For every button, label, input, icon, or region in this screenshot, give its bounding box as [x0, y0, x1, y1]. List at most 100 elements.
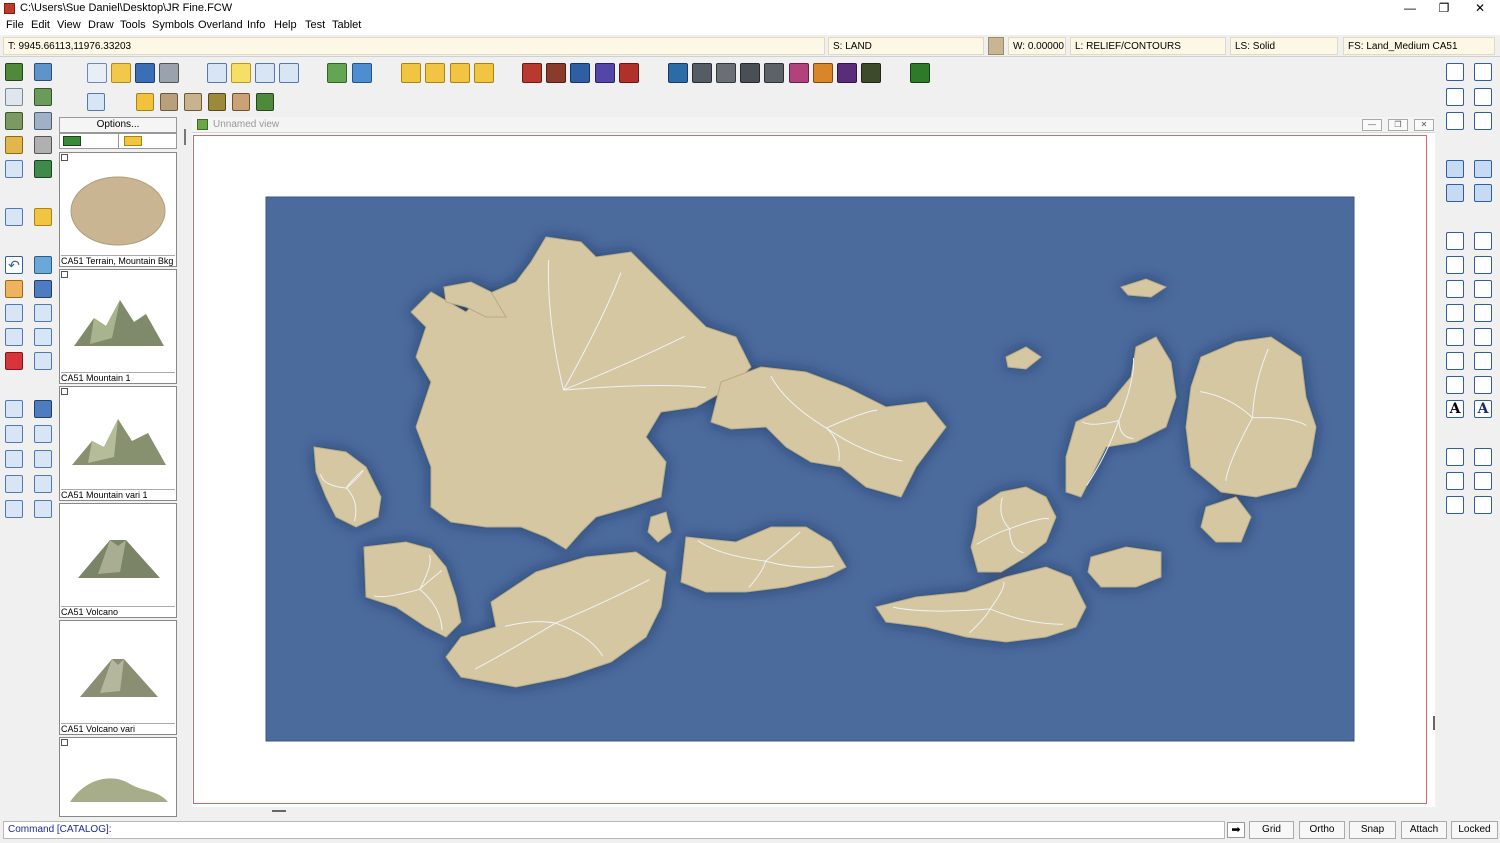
road-icon[interactable] — [34, 112, 52, 130]
zoom-previous-icon[interactable] — [1474, 112, 1492, 130]
menu-draw[interactable]: Draw — [88, 19, 114, 31]
symbol-catalog-14-icon[interactable] — [861, 63, 881, 83]
catalog-splitter[interactable] — [184, 129, 186, 145]
view-close-button[interactable]: ✕ — [1414, 119, 1434, 131]
menu-file[interactable]: File — [6, 19, 24, 31]
width-field[interactable]: W: 0.00000 — [1008, 37, 1066, 55]
clone-icon[interactable] — [1474, 184, 1492, 202]
town-icon[interactable] — [160, 93, 178, 111]
catalog-next-icon[interactable] — [450, 63, 470, 83]
fill-style-field[interactable]: FS: Land_Medium CA51 — [1343, 37, 1495, 55]
tools-icon[interactable] — [34, 136, 52, 154]
select-icon[interactable] — [5, 160, 23, 178]
symbol-catalog-11-icon[interactable] — [789, 63, 809, 83]
map-icon[interactable] — [5, 63, 23, 81]
attach-toggle[interactable]: Attach — [1401, 821, 1447, 839]
view-manager-icon[interactable] — [87, 93, 105, 111]
layers-icon[interactable] — [34, 208, 52, 226]
menu-edit[interactable]: Edit — [31, 19, 50, 31]
zoom-in-icon[interactable] — [1474, 63, 1492, 81]
flag-icon[interactable] — [136, 93, 154, 111]
sheet-icon[interactable] — [207, 63, 227, 83]
menu-help[interactable]: Help — [274, 19, 297, 31]
catalog-tab-green-icon[interactable] — [63, 136, 81, 146]
paste-icon[interactable] — [1474, 160, 1492, 178]
catalog-item[interactable]: CA51 Volcano — [59, 503, 177, 618]
freehand-icon[interactable] — [1446, 256, 1464, 274]
menu-test[interactable]: Test — [305, 19, 325, 31]
ungroup-icon[interactable] — [34, 475, 52, 493]
minimize-button[interactable]: — — [1393, 0, 1427, 17]
join-icon[interactable] — [5, 450, 23, 468]
building-icon[interactable] — [184, 93, 202, 111]
rotate-icon[interactable] — [5, 328, 23, 346]
zoom-out-icon[interactable] — [1474, 88, 1492, 106]
smooth-polygon-icon[interactable] — [1474, 304, 1492, 322]
catalog-item[interactable]: CA51 Volcano vari — [59, 620, 177, 735]
symbol-catalog-10-icon[interactable] — [764, 63, 784, 83]
symbol-catalog-1-icon[interactable] — [522, 63, 542, 83]
scale-icon[interactable] — [34, 425, 52, 443]
catalog-book-icon[interactable] — [401, 63, 421, 83]
contour-icon[interactable] — [5, 88, 23, 106]
command-arrow-icon[interactable]: ➡ — [1227, 822, 1245, 838]
fractal-line-icon[interactable] — [1446, 352, 1464, 370]
catalog-tab-folder-icon[interactable] — [124, 136, 142, 146]
export-icon[interactable] — [352, 63, 372, 83]
properties-icon[interactable] — [255, 63, 275, 83]
undo-icon[interactable]: ↶ — [5, 256, 23, 274]
command-line[interactable]: Command [CATALOG]: — [3, 821, 1225, 839]
tree-icon[interactable] — [256, 93, 274, 111]
lock-icon[interactable] — [1474, 376, 1492, 394]
open-folder-icon[interactable] — [111, 63, 131, 83]
line-tool-icon[interactable] — [5, 500, 23, 518]
symbol-catalog-12-icon[interactable] — [813, 63, 833, 83]
mirror-icon[interactable] — [34, 328, 52, 346]
array-icon[interactable] — [34, 304, 52, 322]
eraser-icon[interactable] — [5, 280, 23, 298]
sheet-field[interactable]: S: LAND — [828, 37, 984, 55]
catalog-item[interactable]: CA51 Mountain vari 1 — [59, 386, 177, 501]
trim-icon[interactable] — [5, 400, 23, 418]
menu-info[interactable]: Info — [247, 19, 265, 31]
import-icon[interactable] — [327, 63, 347, 83]
river-icon[interactable] — [5, 112, 23, 130]
edit-properties-icon[interactable] — [279, 63, 299, 83]
stretch-icon[interactable] — [34, 352, 52, 370]
maximize-button[interactable]: ❐ — [1427, 0, 1461, 17]
list-icon[interactable] — [34, 450, 52, 468]
menu-view[interactable]: View — [57, 19, 81, 31]
fill-icon[interactable] — [34, 280, 52, 298]
macro-one-icon[interactable] — [910, 63, 930, 83]
text-edit-icon[interactable] — [34, 400, 52, 418]
feather-icon[interactable] — [208, 93, 226, 111]
duplicate-icon[interactable] — [1446, 184, 1464, 202]
redraw-icon[interactable] — [1446, 112, 1464, 130]
rectangle-icon[interactable] — [1474, 232, 1492, 250]
ortho-toggle[interactable]: Ortho — [1299, 821, 1345, 839]
symbol-catalog-2-icon[interactable] — [546, 63, 566, 83]
symbol-catalog-8-icon[interactable] — [716, 63, 736, 83]
menu-symbols[interactable]: Symbols — [152, 19, 194, 31]
symbol-catalog-6-icon[interactable] — [668, 63, 688, 83]
circle-icon[interactable] — [1474, 280, 1492, 298]
arc-icon[interactable] — [1446, 280, 1464, 298]
horizontal-scroll-thumb[interactable] — [272, 810, 286, 812]
new-file-icon[interactable] — [87, 63, 107, 83]
move-icon[interactable] — [5, 304, 23, 322]
catalog-item[interactable]: CA51 Terrain, Mountain Bkg — [59, 152, 177, 267]
spline-icon[interactable] — [1446, 328, 1464, 346]
info-icon[interactable] — [5, 208, 23, 226]
eyedropper-icon[interactable] — [34, 256, 52, 274]
curve-icon[interactable] — [1446, 304, 1464, 322]
intersection-icon[interactable] — [1474, 472, 1492, 490]
print-icon[interactable] — [159, 63, 179, 83]
symbol-catalog-13-icon[interactable] — [837, 63, 857, 83]
symbol-catalog-3-icon[interactable] — [570, 63, 590, 83]
explorer-icon[interactable] — [34, 160, 52, 178]
vertical-scroll-thumb[interactable] — [1433, 716, 1435, 730]
leader-icon[interactable] — [1446, 472, 1464, 490]
symbol-catalog-9-icon[interactable] — [740, 63, 760, 83]
offset-icon[interactable] — [1446, 496, 1464, 514]
snap-toggle[interactable]: Snap — [1349, 821, 1396, 839]
